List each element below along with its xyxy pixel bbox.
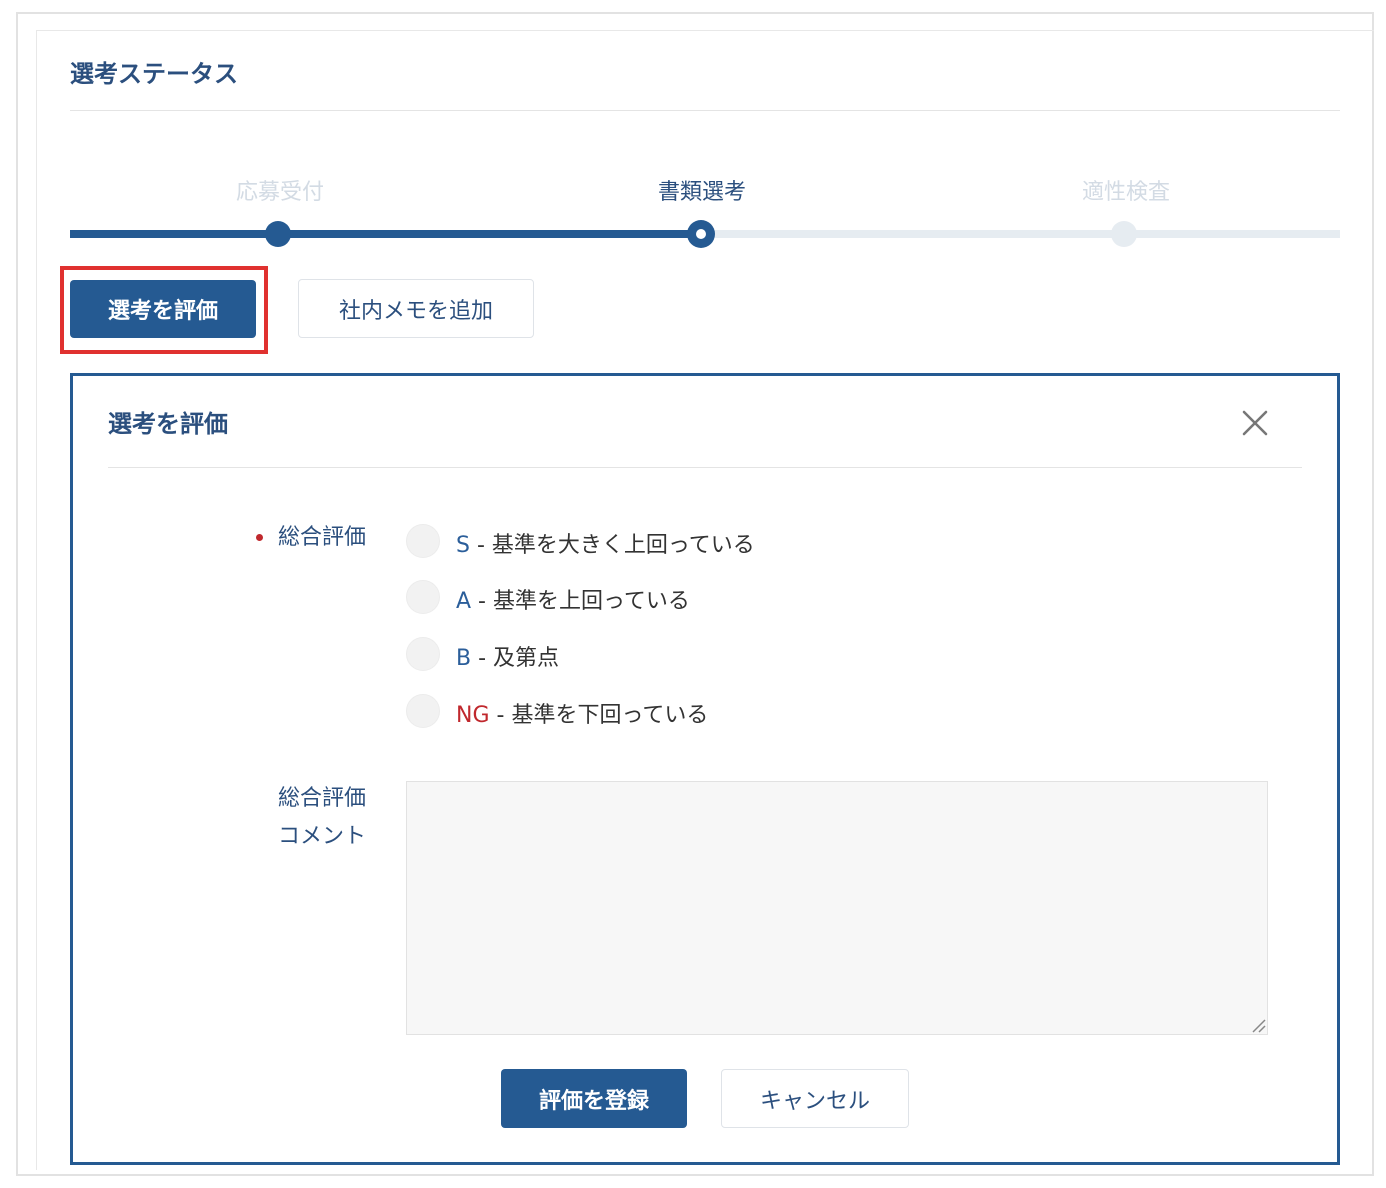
evaluate-button[interactable]: 選考を評価 bbox=[70, 280, 256, 338]
option-b-text: B - 及第点 bbox=[456, 640, 559, 672]
grade-ng: NG bbox=[456, 703, 490, 728]
overall-rating-label: 総合評価 bbox=[278, 525, 367, 550]
radio-grade-s[interactable] bbox=[406, 524, 440, 558]
title-divider bbox=[70, 110, 1340, 111]
step-label-aptitude-test: 適性検査 bbox=[1081, 180, 1171, 205]
radio-grade-b[interactable] bbox=[406, 637, 440, 671]
radio-grade-ng[interactable] bbox=[406, 694, 440, 728]
option-a-desc: - 基準を上回っている bbox=[471, 589, 690, 614]
grade-b: B bbox=[456, 646, 472, 671]
evaluation-panel bbox=[70, 373, 1340, 1165]
option-s-text: S - 基準を大きく上回っている bbox=[456, 527, 755, 559]
comment-textarea[interactable] bbox=[406, 781, 1268, 1035]
panel-title: 選考を評価 bbox=[108, 410, 228, 438]
cancel-button[interactable]: キャンセル bbox=[721, 1069, 909, 1128]
option-b-desc: - 及第点 bbox=[471, 646, 560, 671]
required-indicator bbox=[256, 534, 263, 541]
add-memo-button[interactable]: 社内メモを追加 bbox=[298, 279, 534, 338]
option-ng-desc: - 基準を下回っている bbox=[489, 703, 709, 728]
grade-s: S bbox=[456, 533, 470, 558]
resize-grip-icon[interactable] bbox=[1250, 1017, 1266, 1033]
option-ng-text: NG - 基準を下回っている bbox=[456, 697, 708, 729]
panel-divider bbox=[108, 467, 1302, 468]
comment-label-line2: コメント bbox=[278, 824, 367, 849]
grade-a: A bbox=[456, 589, 472, 614]
submit-evaluation-button[interactable]: 評価を登録 bbox=[501, 1069, 687, 1128]
section-title: 選考ステータス bbox=[70, 60, 238, 88]
stepper-track-completed bbox=[70, 230, 702, 238]
stepper-track-remaining bbox=[702, 230, 1340, 238]
step-label-document-screening: 書類選考 bbox=[657, 180, 747, 205]
option-s-desc: - 基準を大きく上回っている bbox=[469, 533, 755, 558]
close-icon[interactable] bbox=[1238, 406, 1272, 440]
comment-label-line1: 総合評価 bbox=[278, 786, 367, 811]
step-node-aptitude-test bbox=[1111, 221, 1137, 247]
step-node-document-screening bbox=[687, 220, 715, 248]
option-a-text: A - 基準を上回っている bbox=[456, 583, 690, 615]
step-label-application: 応募受付 bbox=[235, 180, 325, 205]
radio-grade-a[interactable] bbox=[406, 580, 440, 614]
step-node-application bbox=[265, 221, 291, 247]
